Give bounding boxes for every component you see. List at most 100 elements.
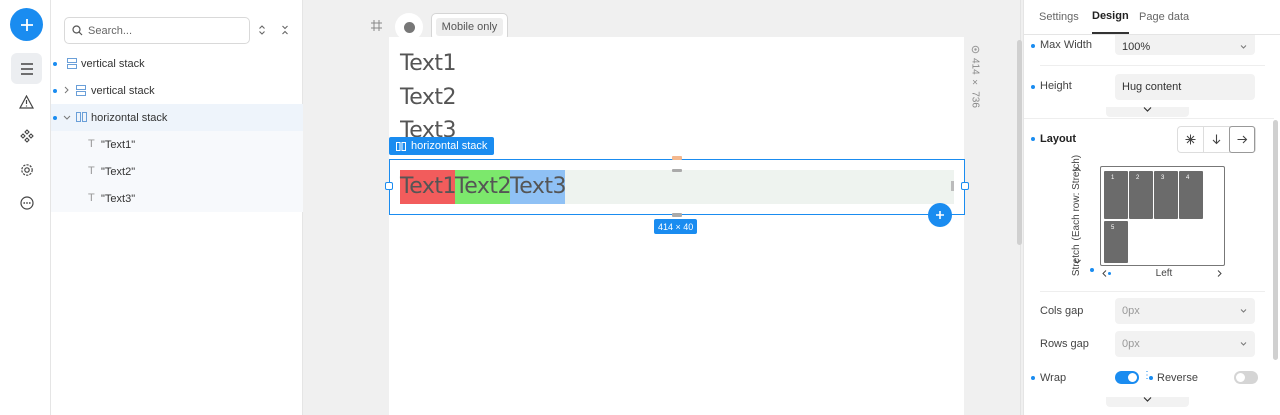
collapse-all-button[interactable] xyxy=(281,24,289,39)
mobile-frame[interactable]: Text1 Text2 Text3 Text1 Text2 Text3 hori… xyxy=(385,37,969,415)
status-dot xyxy=(1031,44,1035,48)
grid-cell: 1 xyxy=(1104,171,1128,219)
horizontal-alignment-control[interactable]: Left xyxy=(1102,267,1222,279)
text-icon: T xyxy=(88,192,95,204)
direction-horizontal-button[interactable] xyxy=(1229,126,1255,153)
height-select[interactable]: Hug content xyxy=(1115,74,1255,100)
tree-item[interactable]: vertical stack xyxy=(51,50,303,77)
status-dot xyxy=(1031,376,1035,380)
chevron-left-icon[interactable] xyxy=(1102,269,1107,277)
tree-item-label: "Text1" xyxy=(101,139,136,151)
direction-vertical-button[interactable] xyxy=(1204,127,1230,152)
vertical-alignment-label: Stretch (Each row: Stretch) xyxy=(1071,154,1083,276)
chevron-right-icon[interactable] xyxy=(1217,269,1222,277)
cols-gap-placeholder: 0px xyxy=(1122,305,1140,317)
resize-handle-bottom[interactable] xyxy=(672,213,682,217)
status-dot xyxy=(1090,268,1094,272)
status-dot xyxy=(53,62,57,66)
expand-height-button[interactable] xyxy=(1106,107,1189,117)
tree-item-label: "Text2" xyxy=(101,166,136,178)
circle-icon xyxy=(403,21,415,33)
tree-item-label: vertical stack xyxy=(81,58,145,70)
warnings-button[interactable] xyxy=(11,86,42,117)
chevron-down-icon[interactable] xyxy=(1074,259,1081,264)
panel-scrollbar[interactable] xyxy=(1273,120,1278,360)
components-button[interactable] xyxy=(11,120,42,151)
max-width-select[interactable]: 100% xyxy=(1115,35,1255,55)
padding-handle-right[interactable] xyxy=(951,181,954,191)
tab-design[interactable]: Design xyxy=(1092,0,1129,34)
frame-size-indicator: 414 × 736 xyxy=(968,45,982,108)
text-element[interactable]: Text3 xyxy=(400,118,456,137)
add-element-button[interactable] xyxy=(10,8,43,41)
frame-select-button[interactable] xyxy=(371,20,382,34)
gear-icon xyxy=(971,45,979,54)
resize-handle-left[interactable] xyxy=(385,182,393,190)
chevron-down-icon xyxy=(1143,107,1152,112)
selection-outline xyxy=(389,159,965,215)
frame-icon xyxy=(371,20,382,31)
chevron-down-icon xyxy=(1240,309,1247,313)
tab-settings[interactable]: Settings xyxy=(1039,0,1079,34)
max-width-row: Max Width 100% xyxy=(1024,35,1274,57)
vertical-stack-icon xyxy=(67,58,77,69)
size-badge: 414 × 40 xyxy=(654,219,698,234)
divider xyxy=(1040,291,1265,292)
expand-all-button[interactable] xyxy=(258,24,266,39)
tree-item[interactable]: vertical stack xyxy=(51,77,303,104)
grid-cell: 4 xyxy=(1179,171,1203,219)
text-element[interactable]: Text2 xyxy=(400,85,457,110)
more-button[interactable] xyxy=(11,187,42,218)
search-input[interactable] xyxy=(88,24,238,37)
settings-button[interactable] xyxy=(11,154,42,185)
vertical-align-sub: Each row: Stretch xyxy=(1071,157,1083,237)
cols-gap-label: Cols gap xyxy=(1040,305,1084,317)
chevron-down-icon[interactable] xyxy=(63,115,71,120)
add-child-button[interactable] xyxy=(928,203,952,227)
alignment-grid[interactable]: 1 2 3 4 5 xyxy=(1100,166,1225,266)
selection-label[interactable]: horizontal stack xyxy=(389,137,495,155)
chevron-down-icon xyxy=(1240,342,1247,346)
chevron-right-icon[interactable] xyxy=(64,86,69,94)
resize-handle-right[interactable] xyxy=(961,182,969,190)
direction-free-button[interactable] xyxy=(1178,127,1204,152)
rows-gap-input[interactable]: 0px xyxy=(1115,331,1255,357)
direction-toggle[interactable] xyxy=(1177,126,1256,153)
max-width-value: 100% xyxy=(1122,41,1151,53)
tab-page-data[interactable]: Page data xyxy=(1139,0,1189,34)
expand-layout-button[interactable] xyxy=(1106,397,1189,407)
layers-button[interactable] xyxy=(11,53,42,84)
horizontal-align-value: Left xyxy=(1155,267,1173,279)
tree-item-selected[interactable]: horizontal stack xyxy=(51,104,303,131)
chevron-up-down-icon xyxy=(259,25,265,35)
rows-gap-label: Rows gap xyxy=(1040,338,1089,350)
cols-gap-input[interactable]: 0px xyxy=(1115,298,1255,324)
text-element[interactable]: Text1 xyxy=(400,51,457,76)
toggle-knob xyxy=(1236,373,1245,382)
layers-panel: vertical stack vertical stack horizontal… xyxy=(51,0,303,415)
resize-handle-top[interactable] xyxy=(672,156,682,160)
tree-item[interactable]: T "Text2" xyxy=(51,158,303,185)
text-icon: T xyxy=(88,165,95,177)
search-icon xyxy=(72,25,83,36)
tree-item[interactable]: T "Text3" xyxy=(51,185,303,212)
tree-item-label: "Text3" xyxy=(101,193,136,205)
toggle-knob xyxy=(1128,373,1137,382)
grid-cell: 3 xyxy=(1154,171,1178,219)
wrap-toggle[interactable] xyxy=(1115,371,1139,384)
tree-item-label: horizontal stack xyxy=(91,112,168,124)
tree-item-label: vertical stack xyxy=(91,85,155,97)
asterisk-icon xyxy=(1185,134,1196,145)
tree-item[interactable]: T "Text1" xyxy=(51,131,303,158)
status-dot xyxy=(1031,85,1035,89)
arrow-down-icon xyxy=(1212,134,1221,145)
wrap-label: Wrap xyxy=(1040,372,1067,384)
horizontal-stack-icon xyxy=(76,112,87,122)
search-box[interactable] xyxy=(64,17,250,44)
status-dot xyxy=(53,116,57,120)
layout-label: Layout xyxy=(1040,133,1077,145)
canvas-scrollbar[interactable] xyxy=(1017,40,1022,245)
reverse-toggle[interactable] xyxy=(1234,371,1258,384)
padding-handle-top[interactable] xyxy=(672,169,682,172)
status-dot xyxy=(53,89,57,93)
